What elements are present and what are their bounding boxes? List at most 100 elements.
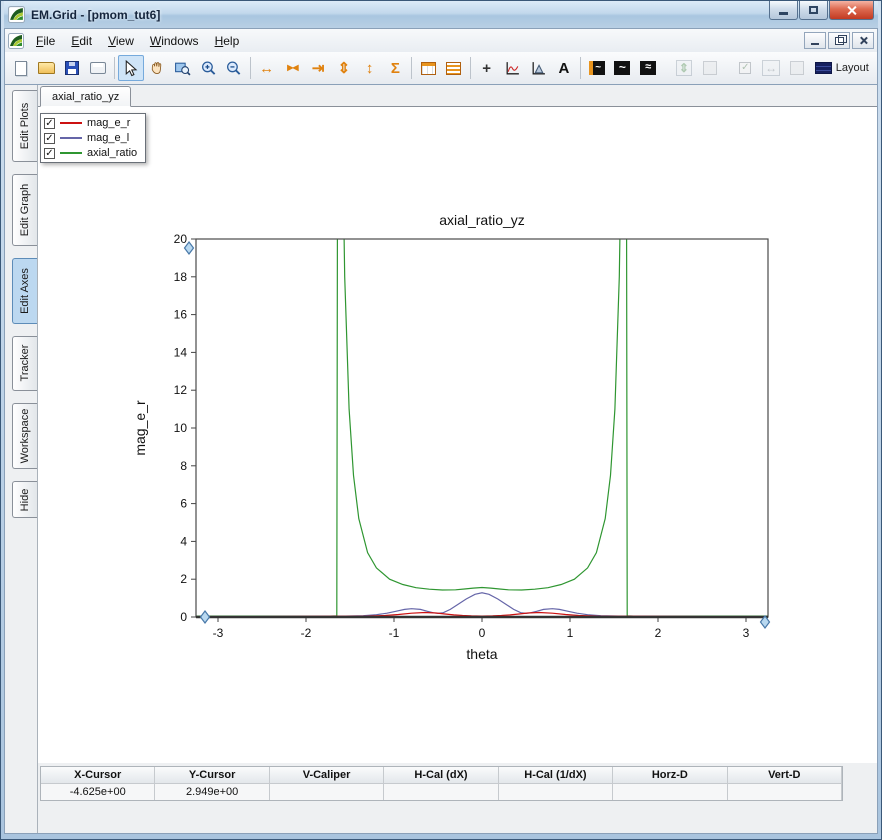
status-value-vert-d [728, 783, 842, 800]
close-button[interactable] [829, 1, 874, 20]
tab-axial-ratio-yz[interactable]: axial_ratio_yz [40, 86, 131, 107]
pan-tool-button[interactable] [144, 55, 170, 81]
legend-item-mag-e-l: mag_e_l [44, 132, 137, 144]
legend-item-mag-e-r: mag_e_r [44, 117, 137, 129]
app-window: EM.Grid - [pmom_tut6] FileEditViewWindow… [0, 0, 882, 840]
window-title: EM.Grid - [pmom_tut6] [31, 8, 160, 22]
sidebar-tab-label: Tracker [19, 345, 31, 382]
menu-file[interactable]: File [28, 30, 63, 52]
menu-edit[interactable]: Edit [63, 30, 100, 52]
menu-help[interactable]: Help [207, 30, 248, 52]
new-file-button[interactable] [8, 55, 34, 81]
sidebar-tab-edit-plots[interactable]: Edit Plots [12, 90, 37, 162]
plot-canvas[interactable]: mag_e_rmag_e_laxial_ratio 02468101214161… [38, 106, 877, 763]
sum-range-button[interactable]: Σ [383, 55, 409, 81]
zoom-window-tool-button[interactable] [170, 55, 196, 81]
sidebar-tab-label: Hide [19, 488, 31, 511]
mdi-window-controls [802, 32, 874, 49]
save-file-icon [65, 61, 79, 75]
legend-label: mag_e_r [87, 117, 130, 129]
axes-delta-icon [530, 60, 547, 77]
sidebar-tab-label: Workspace [19, 408, 31, 463]
sidebar-tab-edit-graph[interactable]: Edit Graph [12, 174, 37, 246]
status-value-y-cursor: 2.949e+00 [155, 783, 269, 800]
minimize-button[interactable] [769, 1, 798, 20]
menu-view[interactable]: View [100, 30, 142, 52]
layout-label: Layout [836, 62, 869, 74]
legend-checkbox[interactable] [44, 118, 55, 129]
status-col-h-cal-dx-: H-Cal (dX) [384, 767, 498, 783]
option-locked-3-icon [790, 61, 804, 75]
title-bar[interactable]: EM.Grid - [pmom_tut6] [4, 1, 878, 28]
sidebar-tab-label: Edit Graph [19, 184, 31, 237]
zoom-window-tool-icon [174, 60, 191, 77]
y-tick-label: 14 [174, 345, 188, 359]
y-tick-label: 4 [180, 534, 187, 548]
legend-line-sample [60, 137, 82, 139]
status-col-vert-d: Vert-D [728, 767, 842, 783]
expand-horizontal-button[interactable]: ↔ [254, 55, 280, 81]
fit-vertical-locked-button: ⇕ [671, 55, 697, 81]
add-marker-icon: + [482, 61, 491, 76]
fit-horizontal-locked-button: ↔ [758, 55, 784, 81]
y-tick-label: 16 [174, 308, 188, 322]
menu-bar: FileEditViewWindowsHelp [4, 28, 878, 52]
waveform-multi-view-button[interactable] [635, 55, 661, 81]
fit-vertical-locked-icon: ⇕ [676, 60, 692, 76]
chart[interactable]: 02468101214161820-3-2-10123axial_ratio_y… [38, 107, 877, 763]
data-columns-button[interactable] [415, 55, 441, 81]
compress-horizontal-button[interactable]: ▶◀ [280, 55, 306, 81]
mdi-restore-button[interactable] [828, 32, 850, 49]
legend-line-sample [60, 152, 82, 154]
select-tool-button[interactable] [118, 55, 144, 81]
window-controls [768, 1, 874, 20]
mdi-close-icon [859, 36, 868, 45]
pan-tool-icon [148, 60, 165, 77]
y-tick-label: 10 [174, 421, 188, 435]
x-tick-label: -3 [213, 626, 224, 640]
y-tick-label: 20 [174, 232, 188, 246]
sidebar-tabs: Edit Plots Edit Graph Edit Axes Tracker Work… [5, 85, 38, 833]
data-rows-button[interactable] [441, 55, 467, 81]
maximize-icon [809, 6, 818, 14]
x-tick-label: 3 [743, 626, 750, 640]
sidebar-tab-tracker[interactable]: Tracker [12, 336, 37, 391]
save-file-button[interactable] [60, 55, 86, 81]
menu-windows[interactable]: Windows [142, 30, 207, 52]
status-bar: X-CursorY-CursorV-CaliperH-Cal (dX)H-Cal… [38, 763, 877, 833]
fit-horizontal-icon: ⇥ [312, 61, 325, 76]
mdi-close-button[interactable] [852, 32, 874, 49]
add-marker-button[interactable]: + [474, 55, 500, 81]
layout-icon [815, 62, 832, 74]
expand-vertical-button[interactable]: ⇕ [331, 55, 357, 81]
text-tool-button[interactable]: A [551, 55, 577, 81]
layout-toggle-button[interactable]: Layout [810, 55, 874, 81]
zoom-in-tool-button[interactable] [195, 55, 221, 81]
waveform-view-button[interactable] [610, 55, 636, 81]
sidebar-tab-edit-axes[interactable]: Edit Axes [12, 258, 37, 324]
print-button[interactable] [85, 55, 111, 81]
legend-checkbox[interactable] [44, 148, 55, 159]
zoom-out-tool-button[interactable] [221, 55, 247, 81]
maximize-button[interactable] [799, 1, 828, 20]
colormap-view-button[interactable] [584, 55, 610, 81]
content-area: axial_ratio_yz mag_e_r mag_e_l axial_ratio… [38, 85, 877, 833]
legend-checkbox[interactable] [44, 133, 55, 144]
sidebar-tab-workspace[interactable]: Workspace [12, 403, 37, 469]
x-axis-label: theta [466, 646, 497, 662]
sidebar-tab-label: Edit Plots [19, 103, 31, 149]
sidebar-tab-hide[interactable]: Hide [12, 481, 37, 518]
open-file-button[interactable] [34, 55, 60, 81]
zoom-in-tool-icon [200, 60, 217, 77]
toolbar: ↔▶◀⇥⇕↕Σ+A⇕↔Layout [4, 52, 878, 85]
mdi-minimize-button[interactable] [804, 32, 826, 49]
fit-horizontal-button[interactable]: ⇥ [305, 55, 331, 81]
fit-vertical-icon: ↕ [366, 61, 374, 76]
axes-plot-button[interactable] [500, 55, 526, 81]
legend-item-axial-ratio: axial_ratio [44, 147, 137, 159]
x-tick-label: 1 [567, 626, 574, 640]
fit-vertical-button[interactable]: ↕ [357, 55, 383, 81]
new-file-icon [15, 61, 27, 76]
open-file-icon [38, 62, 55, 74]
axes-delta-button[interactable] [525, 55, 551, 81]
